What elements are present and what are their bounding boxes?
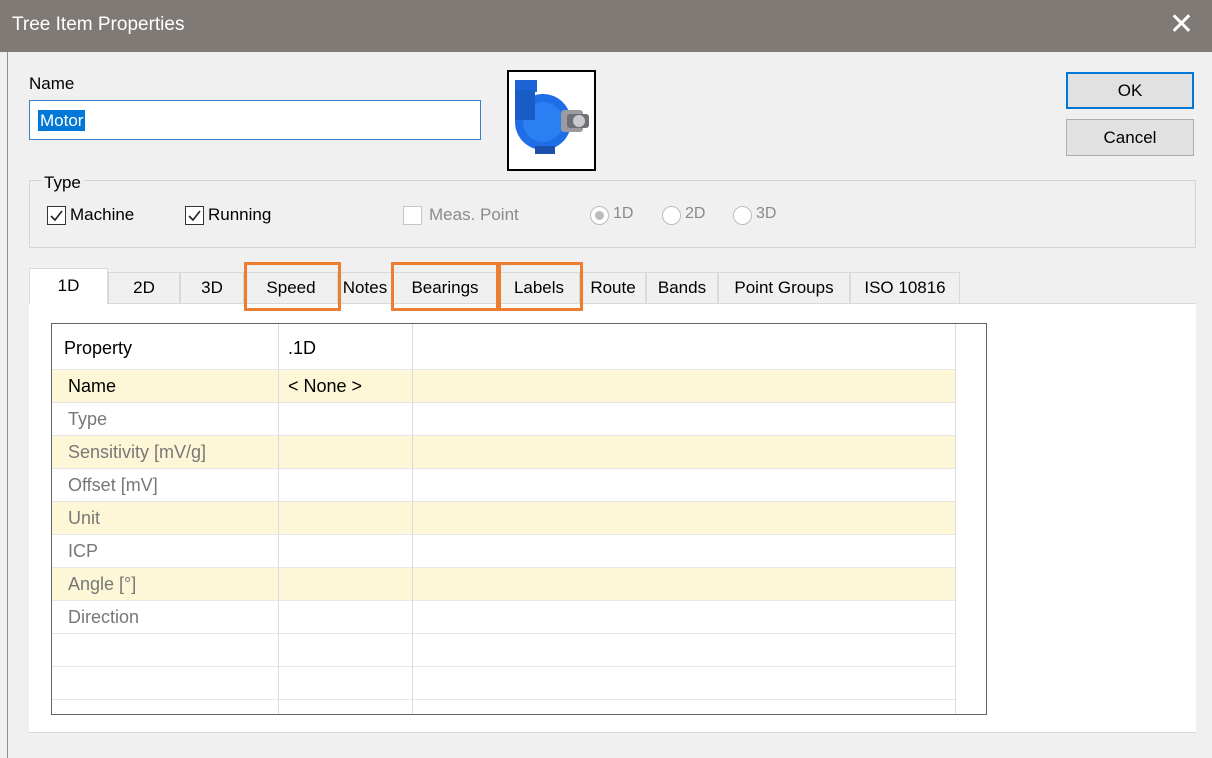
row-label-offset: Offset [mV] [68, 475, 158, 495]
name-label: Name [29, 74, 75, 93]
tab-iso-10816[interactable]: ISO 10816 [850, 272, 960, 303]
radio-selected-dot [595, 211, 604, 220]
table-row[interactable] [52, 469, 956, 502]
radio-1d-label: 1D [613, 205, 634, 222]
tab-labels[interactable]: Labels [498, 272, 580, 303]
column-divider [955, 324, 956, 714]
row-label-direction: Direction [68, 607, 140, 627]
name-input-value: Motor [38, 110, 86, 131]
row-label-unit: Unit [68, 508, 101, 528]
radio-1d[interactable] [590, 206, 609, 225]
radio-2d[interactable] [662, 206, 681, 225]
column-divider [412, 324, 413, 714]
machine-label[interactable]: Machine [70, 205, 134, 225]
tab-point-groups[interactable]: Point Groups [718, 272, 850, 303]
column-header-property: Property [64, 338, 133, 358]
blue-motor-fan-image [509, 72, 594, 169]
name-input[interactable]: Motor [29, 100, 481, 140]
ok-button[interactable]: OK [1066, 72, 1194, 109]
table-row[interactable] [52, 403, 956, 436]
row-label-sensitivity: Sensitivity [mV/g] [68, 442, 207, 462]
grid-header-row [52, 324, 956, 370]
close-icon[interactable]: ✕ [1169, 8, 1194, 42]
tab-2d[interactable]: 2D [108, 272, 180, 303]
radio-2d-label: 2D [685, 205, 706, 222]
cancel-button[interactable]: Cancel [1066, 119, 1194, 156]
running-label[interactable]: Running [208, 205, 271, 225]
tab-3d[interactable]: 3D [180, 272, 244, 303]
check-icon [50, 210, 63, 222]
dialog-left-border [7, 52, 8, 758]
motor-picture[interactable] [507, 70, 596, 171]
table-row[interactable] [52, 568, 956, 601]
type-group-legend: Type [41, 173, 84, 193]
table-row[interactable] [52, 535, 956, 568]
table-row[interactable] [52, 370, 956, 403]
tab-route[interactable]: Route [580, 272, 646, 303]
table-row[interactable] [52, 502, 956, 535]
machine-checkbox[interactable] [47, 206, 66, 225]
table-row[interactable] [52, 601, 956, 634]
column-header-1d: .1D [288, 338, 317, 358]
table-row-empty[interactable] [52, 634, 956, 667]
row-label-name: Name [68, 376, 117, 396]
table-row-empty[interactable] [52, 667, 956, 700]
tab-1d[interactable]: 1D [29, 268, 108, 304]
radio-3d-label: 3D [756, 205, 777, 222]
meas-point-checkbox[interactable] [403, 206, 422, 225]
tab-notes[interactable]: Notes [338, 272, 392, 303]
radio-3d[interactable] [733, 206, 752, 225]
check-icon [188, 210, 201, 222]
row-label-type: Type [68, 409, 108, 429]
title-bar: Tree Item Properties ✕ [0, 0, 1212, 52]
meas-point-label: Meas. Point [429, 205, 519, 224]
property-grid[interactable]: Property .1D Name < None > Type Sensitiv… [51, 323, 987, 715]
tab-bands[interactable]: Bands [646, 272, 718, 303]
column-divider [278, 324, 279, 714]
row-value-name[interactable]: < None > [288, 371, 362, 401]
tab-speed[interactable]: Speed [244, 272, 338, 303]
row-label-icp: ICP [68, 541, 99, 561]
tab-bearings[interactable]: Bearings [392, 272, 498, 303]
running-checkbox[interactable] [185, 206, 204, 225]
window-title: Tree Item Properties [12, 14, 185, 35]
row-label-angle: Angle [°] [68, 574, 137, 594]
